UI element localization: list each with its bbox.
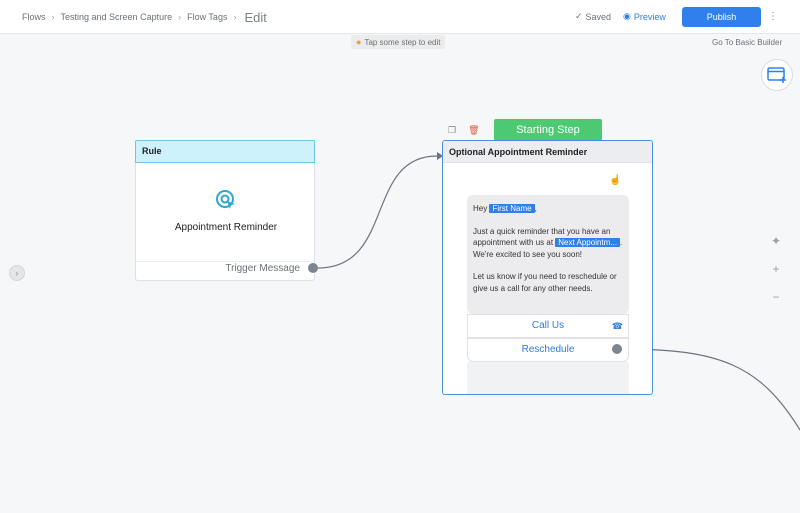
greeting-line: Hey First Name, — [473, 203, 623, 215]
connector-lines — [317, 152, 800, 431]
phone-icon: ☎ — [611, 321, 623, 331]
rule-card-header: Rule — [135, 140, 315, 163]
rule-title: Appointment Reminder — [174, 222, 278, 233]
reschedule-output-port[interactable] — [612, 344, 622, 354]
trash-icon[interactable]: 🗑 — [468, 125, 479, 136]
hand-cursor-icon: ☝ — [609, 175, 622, 186]
call-us-button[interactable]: Call Us ☎ — [467, 314, 629, 338]
reminder-line: Just a quick reminder that you have an a… — [473, 226, 623, 261]
target-cursor-icon — [216, 190, 235, 209]
first-name-tag[interactable]: First Name — [489, 204, 535, 213]
reschedule-button[interactable]: Reschedule — [467, 338, 629, 362]
greeting-end: , — [534, 204, 537, 213]
rule-card[interactable]: Rule Appointment Reminder Trigger Messag… — [135, 140, 315, 281]
message-area-spacer — [467, 362, 629, 394]
call-us-label: Call Us — [531, 320, 565, 331]
rule-to-step-connector — [317, 155, 438, 269]
starting-step-badge: Starting Step — [494, 119, 602, 141]
excited-text: We're excited to see you soon! — [473, 249, 582, 259]
reminder-end: . — [619, 238, 623, 247]
divider — [136, 261, 314, 262]
greeting-text: Hey — [473, 204, 488, 213]
next-appointment-tag[interactable]: Next Appointm... — [555, 238, 620, 247]
trigger-label: Trigger Message — [225, 263, 300, 274]
reschedule-line: Let us know if you need to reschedule or… — [473, 272, 617, 293]
copy-icon[interactable]: ❐ — [448, 125, 456, 136]
step-card[interactable]: Optional Appointment Reminder ☝ Hey Firs… — [442, 140, 653, 395]
step-toolbar: ❐ 🗑 — [448, 125, 480, 136]
message-bubble[interactable]: Hey First Name, Just a quick reminder th… — [467, 195, 629, 314]
reschedule-label: Reschedule — [521, 344, 575, 355]
step-card-header: Optional Appointment Reminder — [443, 141, 652, 163]
trigger-output-port[interactable] — [308, 263, 318, 273]
